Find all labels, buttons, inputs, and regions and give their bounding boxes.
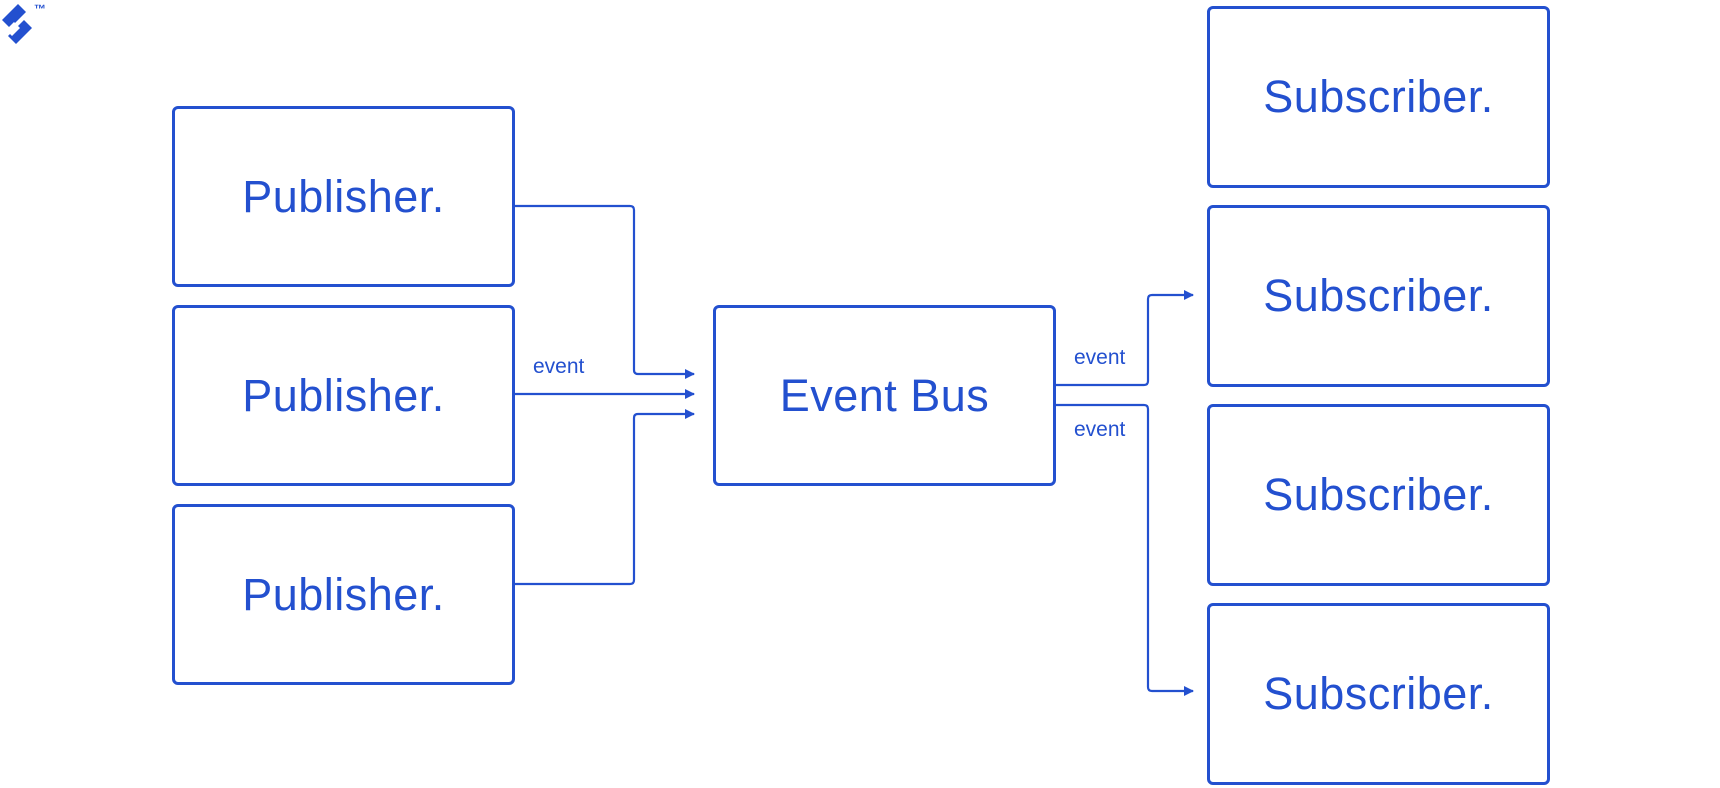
publisher-label: Publisher. (242, 170, 445, 222)
publisher-box[interactable]: Publisher. (172, 504, 515, 685)
edge-bus-to-subscriber-4 (1052, 403, 1194, 696)
subscriber-box[interactable]: Subscriber. (1207, 603, 1550, 785)
publisher-box[interactable]: Publisher. (172, 305, 515, 486)
subscriber-box[interactable]: Subscriber. (1207, 205, 1550, 387)
edge-label-subscriber-upper: event (1074, 346, 1126, 369)
publisher-label: Publisher. (242, 568, 445, 620)
subscriber-box[interactable]: Subscriber. (1207, 404, 1550, 586)
publisher-label: Publisher. (242, 369, 445, 421)
edge-publisher-3-to-bus (513, 409, 695, 586)
edge-publisher-1-to-bus (513, 204, 695, 379)
subscriber-label: Subscriber. (1263, 71, 1494, 122)
edge-bus-to-subscriber-2 (1052, 290, 1194, 387)
event-bus-label: Event Bus (779, 369, 990, 421)
edge-label-publisher: event (533, 355, 585, 378)
subscriber-label: Subscriber. (1263, 668, 1494, 719)
subscriber-box[interactable]: Subscriber. (1207, 6, 1550, 188)
event-bus-box[interactable]: Event Bus (713, 305, 1056, 486)
subscriber-label: Subscriber. (1263, 469, 1494, 520)
subscriber-label: Subscriber. (1263, 270, 1494, 321)
edge-label-subscriber-lower: event (1074, 418, 1126, 441)
publisher-box[interactable]: Publisher. (172, 106, 515, 287)
